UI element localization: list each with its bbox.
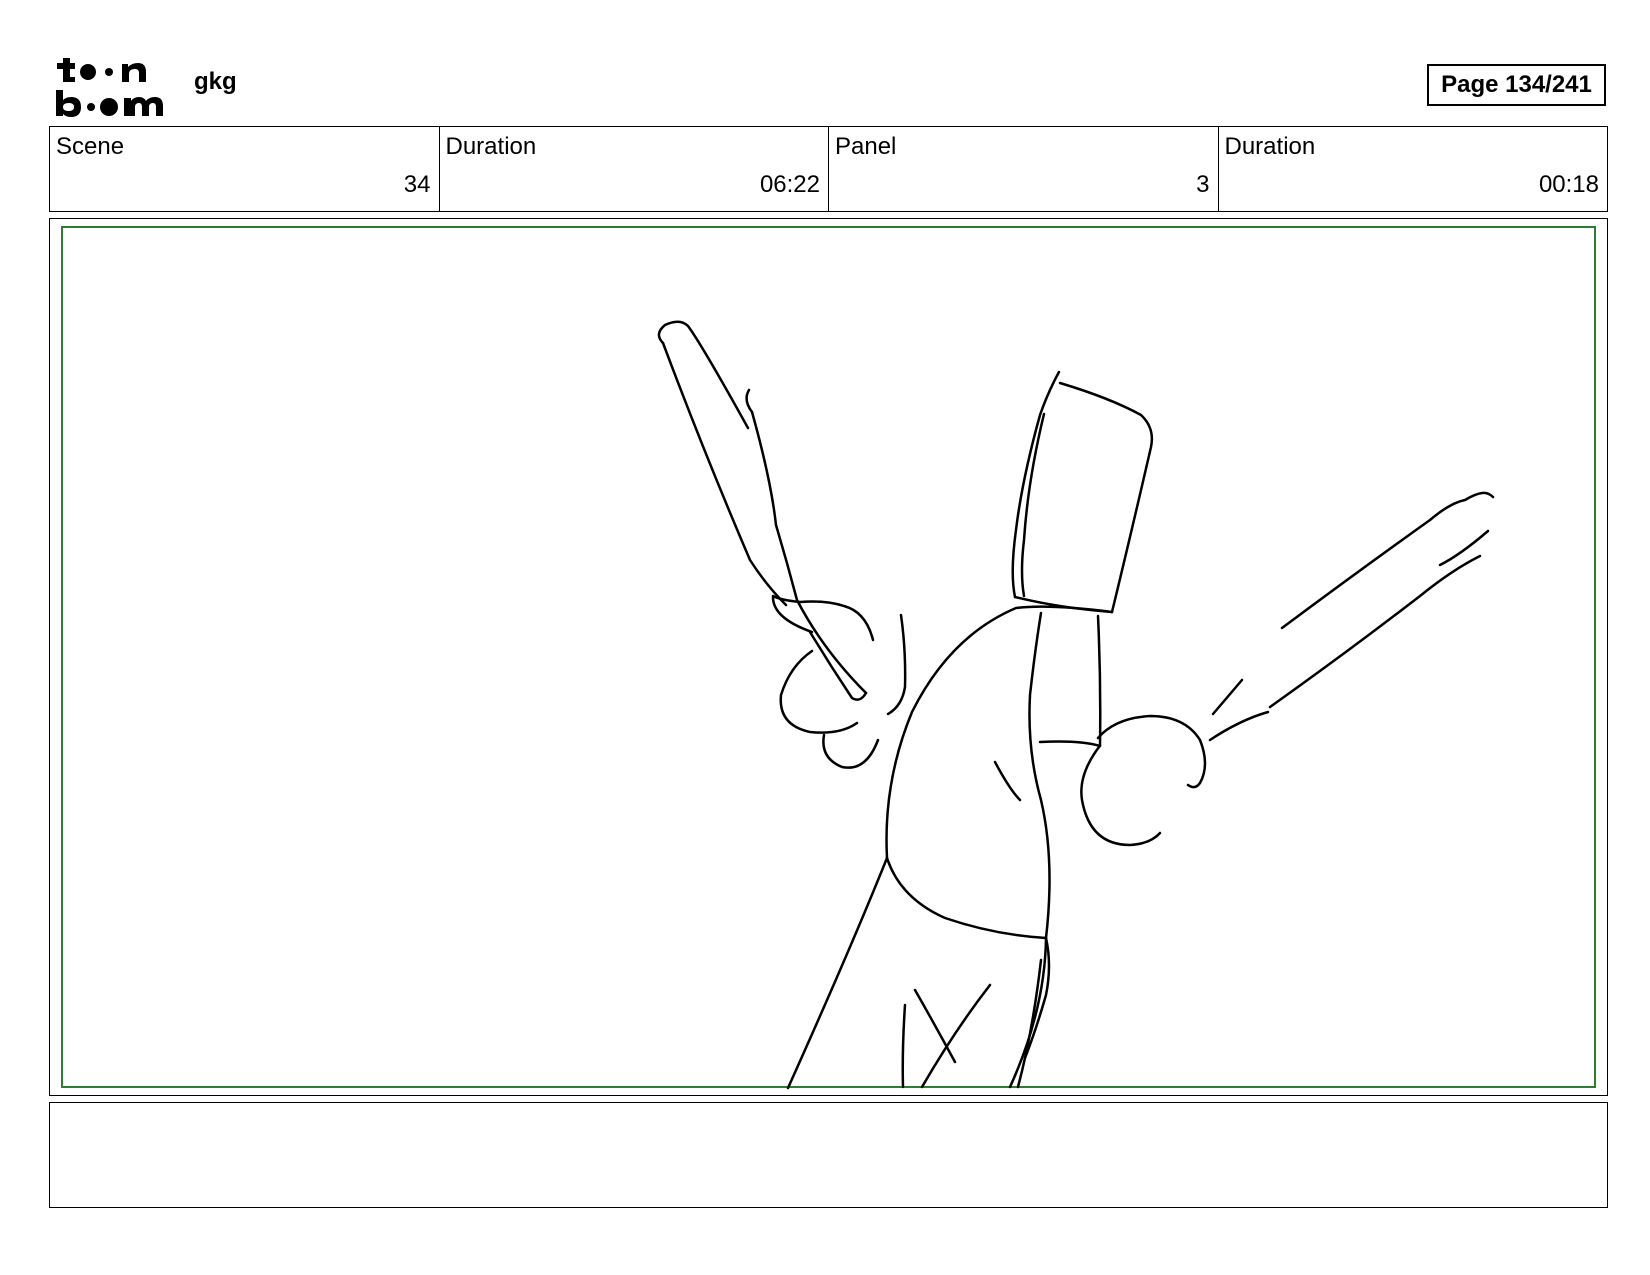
sketch-left-arm — [657, 320, 868, 701]
sketch-right-glove — [1038, 714, 1207, 847]
panel-notes-box — [49, 1102, 1608, 1208]
sketch-left-glove — [771, 594, 907, 769]
sketch-body — [885, 605, 1114, 1060]
sketch-right-arm — [1208, 491, 1495, 742]
sketch-head — [1011, 370, 1154, 614]
storyboard-sketch — [657, 320, 1495, 1090]
sketch-legs — [786, 856, 1048, 1090]
